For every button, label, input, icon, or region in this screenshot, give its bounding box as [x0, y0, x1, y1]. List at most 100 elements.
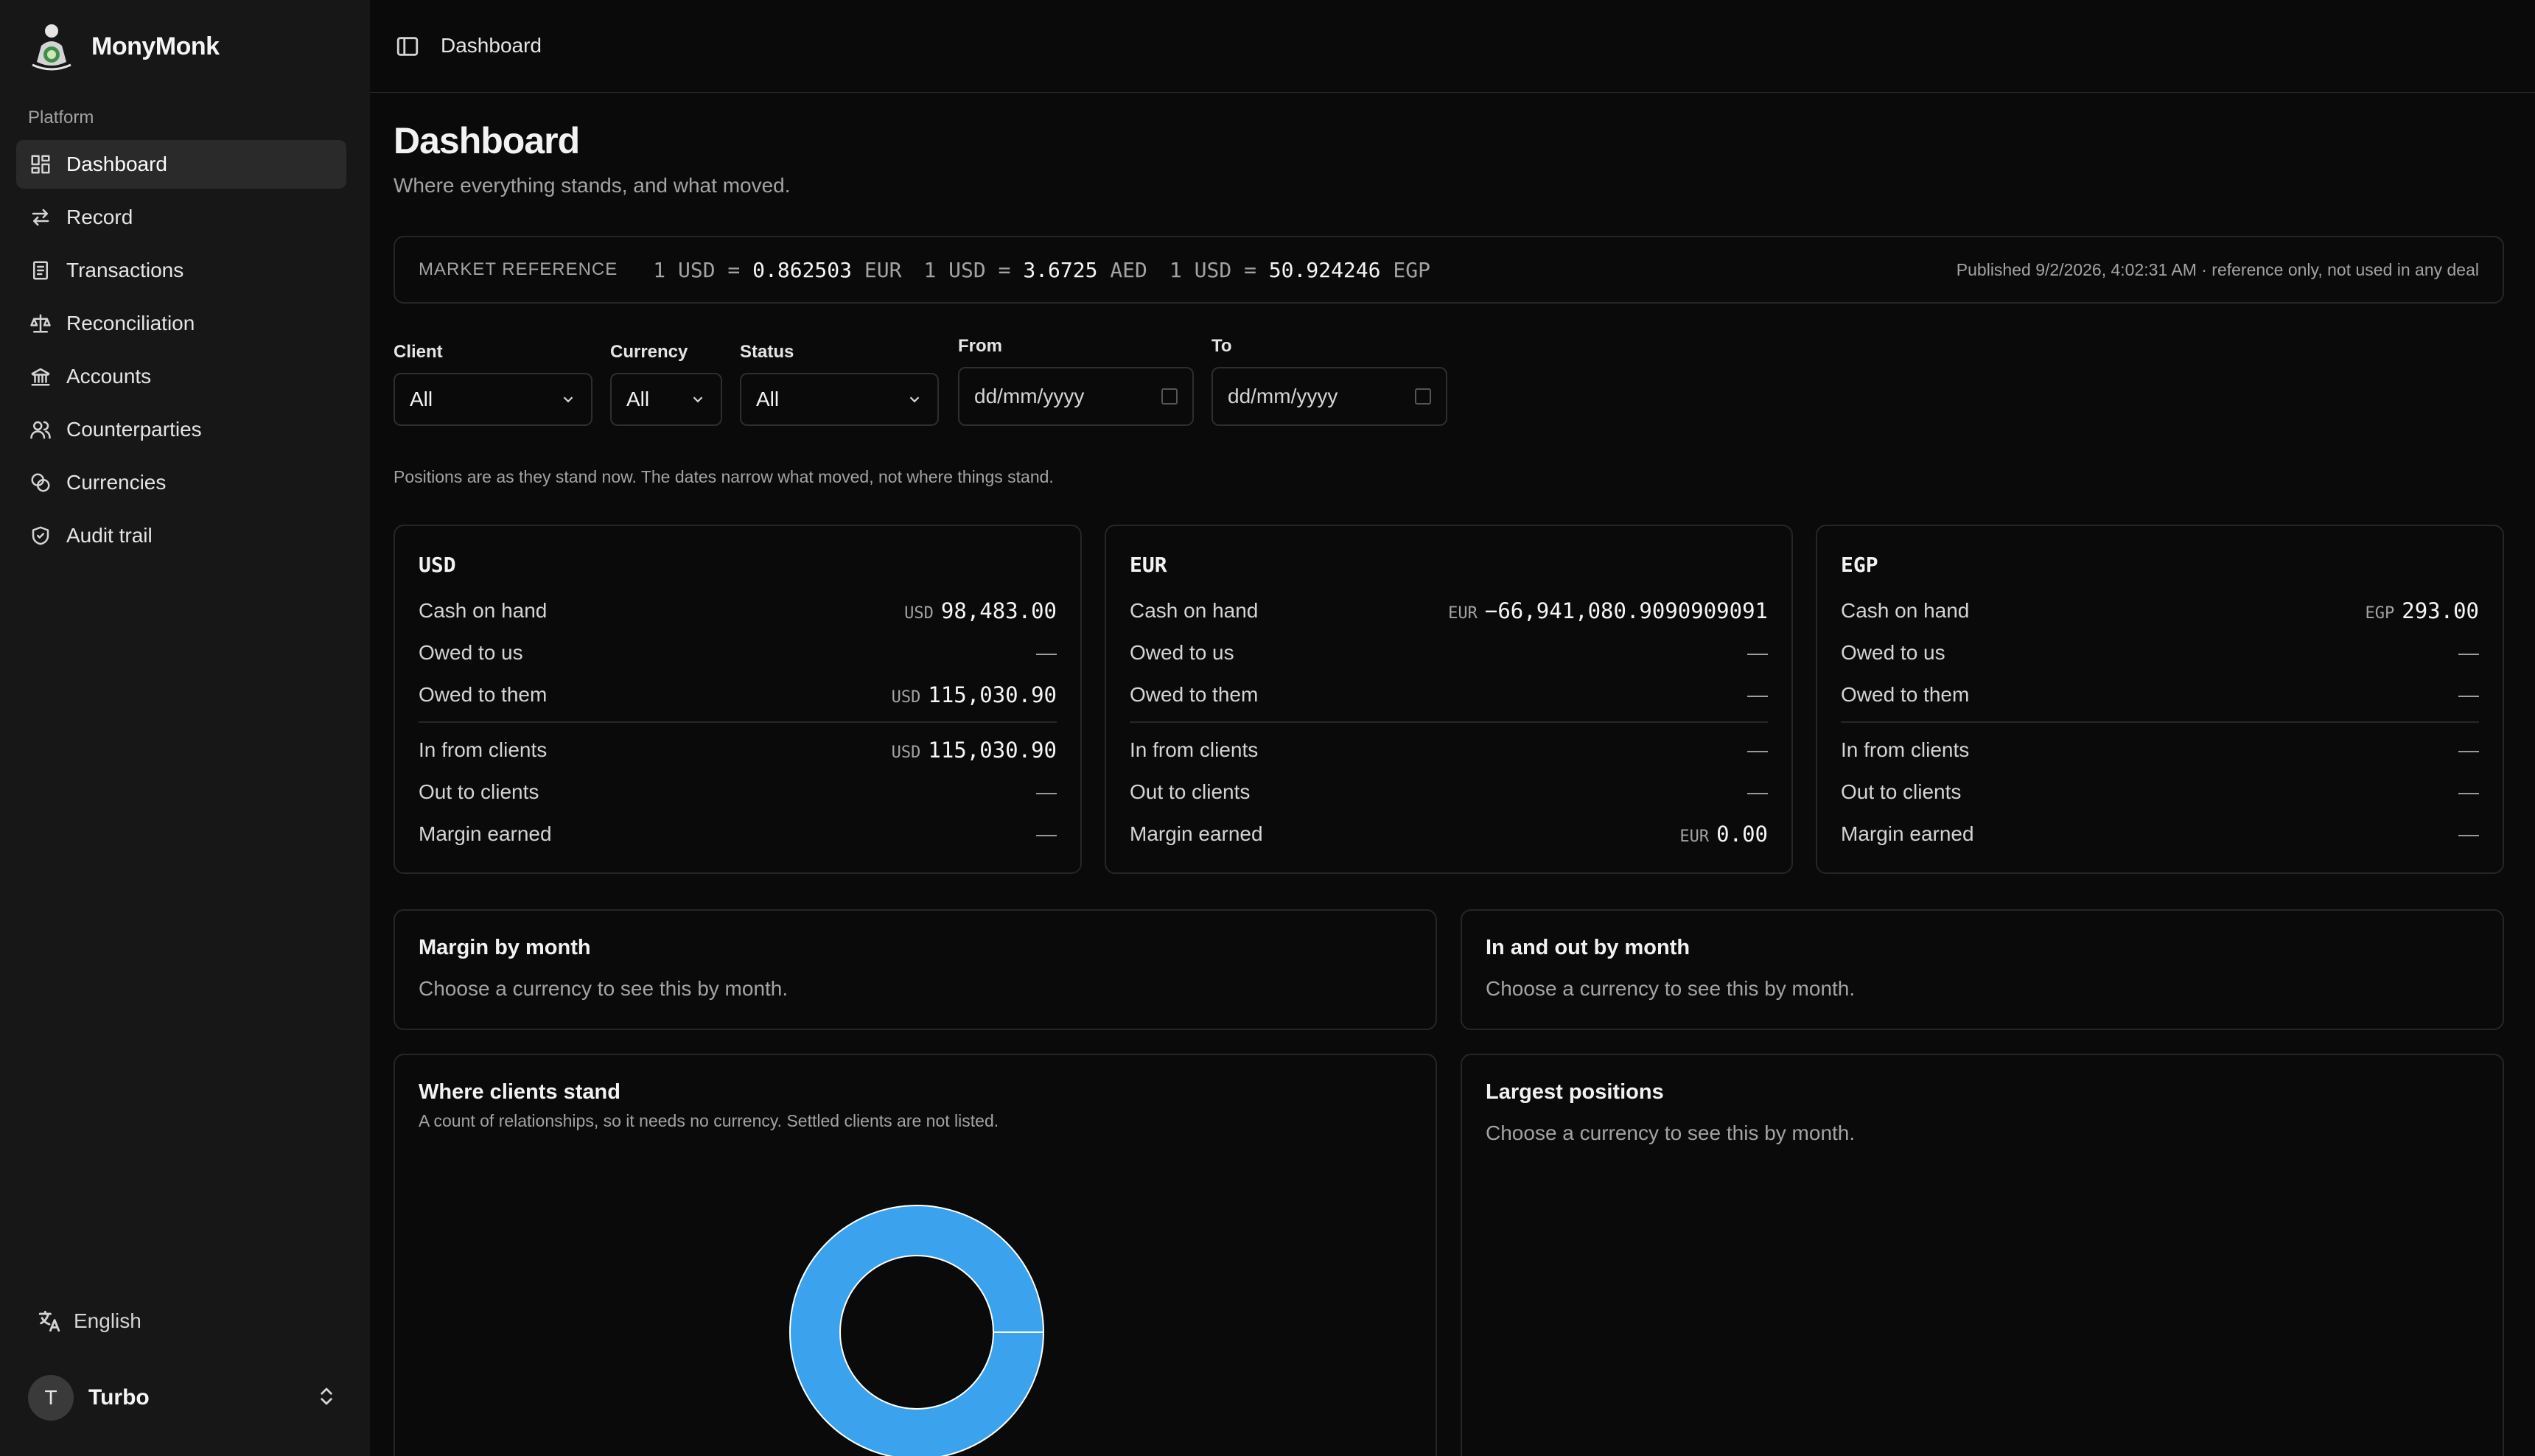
chevron-down-icon — [909, 396, 920, 403]
row-value: USD 98,483.00 — [904, 598, 1057, 623]
row-label: Cash on hand — [1841, 598, 1970, 622]
row-empty-value: — — [1036, 640, 1057, 664]
row-currency: USD — [891, 743, 921, 762]
sidebar-item-label: Record — [66, 206, 133, 228]
from-filter: From dd/mm/yyyy — [958, 336, 1194, 426]
brand-name: MonyMonk — [91, 32, 220, 60]
to-filter: To dd/mm/yyyy — [1211, 336, 1447, 426]
market-reference-bar: MARKET REFERENCE 1 USD = 0.862503 EUR 1 … — [394, 236, 2504, 304]
market-published-note: Published 9/2/2026, 4:02:31 AM · referen… — [1956, 259, 2479, 279]
sidebar-item-record[interactable]: Record — [16, 193, 346, 242]
sidebar-item-dashboard[interactable]: Dashboard — [16, 140, 346, 189]
calendar-icon[interactable] — [1415, 388, 1431, 405]
donut-slice[interactable] — [790, 1205, 1043, 1456]
row-label: Owed to us — [1841, 640, 1945, 664]
row-label: Out to clients — [419, 780, 539, 803]
client-filter: Client All — [394, 342, 592, 426]
sidebar-item-reconciliation[interactable]: Reconciliation — [16, 299, 346, 348]
status-filter-label: Status — [740, 342, 794, 362]
status-filter: Status All — [740, 342, 939, 426]
card-rows: Cash on hand EGP 293.00 Owed to us — Owed to … — [1841, 589, 2479, 855]
row-value: USD 115,030.90 — [892, 682, 1057, 707]
status-select[interactable]: All — [740, 373, 939, 426]
calendar-icon[interactable] — [1161, 388, 1178, 405]
rate-usd-aed: 1 USD = 3.6725 AED — [923, 257, 1147, 282]
panel-title: Largest positions — [1486, 1080, 1664, 1104]
row-empty-value: — — [2458, 640, 2479, 664]
row-label: Owed to us — [419, 640, 523, 664]
currency-filter: Currency All — [610, 342, 722, 426]
client-filter-label: Client — [394, 342, 443, 362]
currency-select[interactable]: All — [610, 373, 722, 426]
sidebar-group-label: Platform — [28, 108, 94, 127]
row-label: Owed to them — [1841, 682, 1970, 706]
sidebar-item-label: Reconciliation — [66, 312, 195, 335]
card-rows: Cash on hand EUR −66,941,080.9090909091 Owe… — [1130, 589, 1768, 855]
shield-icon — [28, 523, 53, 548]
panel-message: Choose a currency to see this by month. — [1486, 977, 1856, 1000]
row-label: In from clients — [1841, 738, 1970, 761]
card-rows: Cash on hand USD 98,483.00 Owed to us — Owed … — [419, 589, 1057, 855]
row-label: In from clients — [419, 738, 548, 761]
row-value: EGP 293.00 — [2365, 598, 2479, 623]
user-menu[interactable]: T Turbo — [28, 1372, 338, 1424]
sidebar-toggle-button[interactable] — [395, 34, 420, 59]
panel-note: A count of relationships, so it needs no… — [419, 1111, 999, 1130]
currency-cards: USD Cash on hand USD 98,483.00 Owed to us — O… — [394, 525, 2504, 874]
chevron-down-icon — [693, 396, 703, 403]
sidebar-item-audit-trail[interactable]: Audit trail — [16, 511, 346, 560]
rate-usd-egp: 1 USD = 50.924246 EGP — [1169, 257, 1430, 282]
row-amount: 115,030.90 — [928, 737, 1057, 763]
sidebar-item-currencies[interactable]: Currencies — [16, 458, 346, 507]
card-row: In from clients USD 115,030.90 — [419, 729, 1057, 771]
card-row: Owed to them — — [1130, 673, 1768, 715]
client-select[interactable]: All — [394, 373, 592, 426]
row-amount: 98,483.00 — [940, 598, 1057, 623]
avatar: T — [28, 1375, 74, 1421]
card-title: EGP — [1841, 553, 1878, 577]
sidebar-item-label: Accounts — [66, 365, 152, 388]
card-divider — [1841, 721, 2479, 723]
card-title: EUR — [1130, 553, 1167, 577]
margin-by-month-panel: Margin by month Choose a currency to see… — [394, 909, 1437, 1030]
currency-card-usd: USD Cash on hand USD 98,483.00 Owed to us — O… — [394, 525, 1082, 874]
sidebar-item-label: Audit trail — [66, 524, 153, 547]
language-switcher[interactable]: English — [37, 1309, 141, 1334]
row-empty-value: — — [2458, 738, 2479, 761]
card-row: Out to clients — — [1130, 771, 1768, 813]
sidebar-item-accounts[interactable]: Accounts — [16, 352, 346, 401]
row-label: Out to clients — [1841, 780, 1962, 803]
from-filter-label: From — [958, 336, 1002, 356]
card-row: Cash on hand USD 98,483.00 — [419, 589, 1057, 631]
language-label: English — [74, 1309, 141, 1332]
row-value: USD 115,030.90 — [892, 738, 1057, 763]
card-divider — [1130, 721, 1768, 723]
row-label: Cash on hand — [1130, 598, 1259, 622]
row-empty-value: — — [2458, 780, 2479, 803]
from-date-input[interactable]: dd/mm/yyyy — [958, 367, 1194, 426]
page-subtitle: Where everything stands, and what moved. — [394, 174, 791, 197]
row-amount: 293.00 — [2402, 598, 2479, 623]
filters: Client All Currency All Status All From … — [394, 336, 2504, 439]
card-row: Owed to them — — [1841, 673, 2479, 715]
panel-message: Choose a currency to see this by month. — [1486, 1121, 1856, 1144]
market-reference-label: MARKET REFERENCE — [419, 259, 618, 279]
sidebar-item-transactions[interactable]: Transactions — [16, 246, 346, 295]
row-empty-value: — — [1036, 822, 1057, 845]
monk-logo-icon — [32, 24, 71, 71]
sidebar-item-label: Transactions — [66, 259, 184, 281]
to-date-input[interactable]: dd/mm/yyyy — [1211, 367, 1447, 426]
card-row: In from clients — — [1130, 729, 1768, 771]
arrows-icon — [28, 205, 53, 230]
to-filter-label: To — [1211, 336, 1232, 356]
sidebar-item-counterparties[interactable]: Counterparties — [16, 405, 346, 454]
row-amount: 0.00 — [1716, 821, 1768, 847]
card-row: Owed to us — — [419, 631, 1057, 673]
card-divider — [419, 721, 1057, 723]
brand[interactable]: MonyMonk — [28, 21, 220, 72]
where-clients-stand-panel: Where clients stand A count of relations… — [394, 1054, 1437, 1456]
card-row: Cash on hand EGP 293.00 — [1841, 589, 2479, 631]
row-empty-value: — — [1747, 738, 1768, 761]
clients-donut-chart — [789, 1205, 1044, 1456]
card-row: Margin earned — — [1841, 813, 2479, 855]
